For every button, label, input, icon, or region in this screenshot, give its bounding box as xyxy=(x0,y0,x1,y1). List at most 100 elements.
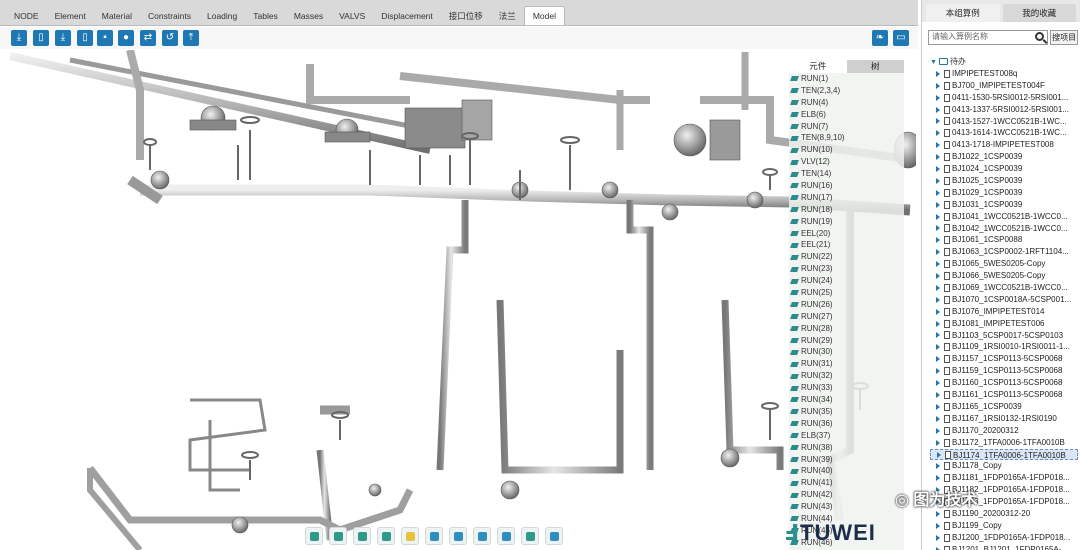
upload-icon[interactable]: ⤒ xyxy=(183,30,199,46)
view-top-icon[interactable] xyxy=(353,527,371,545)
tree-item[interactable]: BJ1042_1WCC0521B-1WCC0... xyxy=(930,223,1078,235)
tree-item[interactable]: BJ1076_IMPIPETEST014 xyxy=(930,306,1078,318)
caret-right-icon[interactable] xyxy=(936,403,940,410)
caret-right-icon[interactable] xyxy=(936,177,940,184)
leaf-icon[interactable]: ❧ xyxy=(872,30,888,46)
element-row[interactable]: RUN(40) xyxy=(789,465,904,477)
element-row[interactable]: RUN(42) xyxy=(789,489,904,501)
caret-right-icon[interactable] xyxy=(936,284,940,291)
tab-favorites[interactable]: 我的收藏 xyxy=(1002,4,1076,22)
tab-4[interactable]: Loading xyxy=(199,7,245,25)
caret-right-icon[interactable] xyxy=(936,225,940,232)
element-row[interactable]: VLV(12) xyxy=(789,156,904,168)
element-row[interactable]: RUN(32) xyxy=(789,370,904,382)
caret-right-icon[interactable] xyxy=(936,356,940,363)
search-icon[interactable] xyxy=(1035,32,1045,41)
search-button[interactable]: 搜项目 xyxy=(1050,30,1078,45)
window-icon[interactable]: ▭ xyxy=(893,30,909,46)
expand-icon[interactable] xyxy=(473,527,491,545)
element-row[interactable]: TEN(2,3,4) xyxy=(789,85,904,97)
caret-down-icon[interactable]: ▼ xyxy=(930,59,937,66)
download-icon[interactable]: ⤓ xyxy=(11,30,27,46)
tab-tree[interactable]: 树 xyxy=(846,60,904,73)
tree-item[interactable]: 0413-1614-1WCC0521B-1WC... xyxy=(930,127,1078,139)
element-row[interactable]: EEL(21) xyxy=(789,239,904,251)
caret-right-icon[interactable] xyxy=(936,166,940,173)
tab-0[interactable]: NODE xyxy=(6,7,47,25)
tree-item[interactable]: BJ1025_1CSP0039 xyxy=(930,175,1078,187)
record-icon[interactable]: ● xyxy=(118,30,134,46)
tab-component[interactable]: 元件 xyxy=(789,60,847,73)
tab-6[interactable]: Masses xyxy=(286,7,331,25)
tree-item[interactable]: BJ1024_1CSP0039 xyxy=(930,163,1078,175)
caret-right-icon[interactable] xyxy=(936,308,940,315)
tree-item[interactable]: 0413-1527-1WCC0521B-1WC... xyxy=(930,116,1078,128)
tab-group-cases[interactable]: 本组算例 xyxy=(926,4,1000,22)
tree-item[interactable]: BJ1159_1CSP0113-5CSP0068 xyxy=(930,365,1078,377)
tree-item[interactable]: BJ1170_20200312 xyxy=(930,425,1078,437)
element-row[interactable]: EEL(20) xyxy=(789,228,904,240)
tab-2[interactable]: Material xyxy=(94,7,140,25)
tab-7[interactable]: VALVS xyxy=(331,7,373,25)
file-icon[interactable]: ▯ xyxy=(33,30,49,46)
tree-item[interactable]: BJ1201_BJ1201_1FDP0165A-... xyxy=(930,544,1078,550)
caret-right-icon[interactable] xyxy=(936,70,940,77)
caret-right-icon[interactable] xyxy=(936,439,940,446)
caret-right-icon[interactable] xyxy=(936,118,940,125)
view-iso-icon[interactable] xyxy=(377,527,395,545)
caret-right-icon[interactable] xyxy=(936,130,940,137)
caret-right-icon[interactable] xyxy=(936,380,940,387)
zoom-box-icon[interactable] xyxy=(449,527,467,545)
element-row[interactable]: RUN(28) xyxy=(789,323,904,335)
view-side-icon[interactable] xyxy=(329,527,347,545)
tree-item[interactable]: BJ1157_1CSP0113-5CSP0068 xyxy=(930,353,1078,365)
tree-item[interactable]: BJ1161_1CSP0113-5CSP0068 xyxy=(930,389,1078,401)
tree-item[interactable]: IMPIPETEST008q xyxy=(930,68,1078,80)
element-row[interactable]: RUN(10) xyxy=(789,144,904,156)
caret-right-icon[interactable] xyxy=(936,510,940,517)
caret-right-icon[interactable] xyxy=(936,534,940,541)
element-row[interactable]: RUN(36) xyxy=(789,418,904,430)
element-row[interactable]: RUN(22) xyxy=(789,251,904,263)
tab-1[interactable]: Element xyxy=(47,7,94,25)
caret-right-icon[interactable] xyxy=(936,463,940,470)
caret-right-icon[interactable] xyxy=(936,237,940,244)
save-icon[interactable]: ▪ xyxy=(97,30,113,46)
caret-right-icon[interactable] xyxy=(936,475,940,482)
caret-right-icon[interactable] xyxy=(936,94,940,101)
caret-right-icon[interactable] xyxy=(936,201,940,208)
element-row[interactable]: RUN(39) xyxy=(789,454,904,466)
caret-right-icon[interactable] xyxy=(936,368,940,375)
caret-right-icon[interactable] xyxy=(936,189,940,196)
caret-right-icon[interactable] xyxy=(936,296,940,303)
tree-node-icon[interactable] xyxy=(521,527,539,545)
tree-item[interactable]: BJ1022_1CSP0039 xyxy=(930,151,1078,163)
element-row[interactable]: RUN(16) xyxy=(789,180,904,192)
file-icon[interactable]: ▯ xyxy=(77,30,93,46)
element-row[interactable]: RUN(4) xyxy=(789,97,904,109)
caret-right-icon[interactable] xyxy=(936,546,940,550)
tab-9[interactable]: 接口位移 xyxy=(441,7,491,25)
tree-item[interactable]: BJ1063_1CSP0002-1RFT1104... xyxy=(930,246,1078,258)
caret-right-icon[interactable] xyxy=(936,522,940,529)
caret-right-icon[interactable] xyxy=(936,344,940,351)
tree-item[interactable]: BJ1178_Copy xyxy=(930,460,1078,472)
tree-item[interactable]: BJ1069_1WCC0521B-1WCC0... xyxy=(930,282,1078,294)
tree-item[interactable]: BJ1103_5CSP0017-5CSP0103 xyxy=(930,330,1078,342)
caret-right-icon[interactable] xyxy=(936,415,940,422)
fit-icon[interactable] xyxy=(425,527,443,545)
tree-item[interactable]: BJ1061_1CSP0088 xyxy=(930,234,1078,246)
tree-item[interactable]: BJ1199_Copy xyxy=(930,520,1078,532)
tree-item[interactable]: BJ1160_1CSP0113-5CSP0068 xyxy=(930,377,1078,389)
element-row[interactable]: RUN(26) xyxy=(789,299,904,311)
caret-right-icon[interactable] xyxy=(936,320,940,327)
tree-link-icon[interactable] xyxy=(497,527,515,545)
tab-8[interactable]: Displacement xyxy=(373,7,441,25)
tab-5[interactable]: Tables xyxy=(245,7,286,25)
tree-item[interactable]: BJ1174_1TFA0006-1TFA0010B xyxy=(930,448,1078,461)
tree-item[interactable]: BJ1066_5WES0205-Copy xyxy=(930,270,1078,282)
element-row[interactable]: RUN(17) xyxy=(789,192,904,204)
element-row[interactable]: RUN(25) xyxy=(789,287,904,299)
element-row[interactable]: RUN(41) xyxy=(789,477,904,489)
model-3d-viewport[interactable] xyxy=(10,50,916,550)
